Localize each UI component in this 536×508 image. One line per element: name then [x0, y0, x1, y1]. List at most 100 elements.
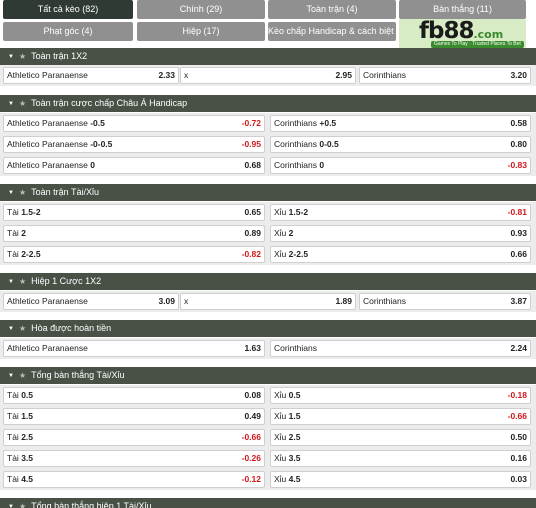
- odds-value: 0.66: [510, 249, 527, 259]
- chevron-down-icon[interactable]: ▼: [8, 96, 14, 112]
- section-header[interactable]: ▼ ★ Toàn trận Tài/Xỉu: [0, 184, 536, 201]
- odds-value: 0.16: [510, 453, 527, 463]
- odds-value: 1.63: [244, 343, 261, 353]
- selection-label: Xỉu 1.5: [274, 409, 301, 424]
- star-icon[interactable]: ★: [19, 273, 26, 290]
- odds-cell[interactable]: Tài 2-2.5 -0.82: [3, 246, 265, 263]
- selection-label: Tài 2-2.5: [7, 247, 41, 262]
- star-icon[interactable]: ★: [19, 48, 26, 65]
- odds-cell[interactable]: Tài 2.5 -0.66: [3, 429, 265, 446]
- odds-cell[interactable]: Athletico Paranaense 0 0.68: [3, 157, 265, 174]
- selection-label: Athletico Paranaense -0-0.5: [7, 137, 112, 152]
- odds-row: Tài 1.5 0.49 Xỉu 1.5 -0.66: [0, 406, 536, 427]
- odds-cell[interactable]: Tài 3.5 -0.26: [3, 450, 265, 467]
- odds-cell[interactable]: Tài 2 0.89: [3, 225, 265, 242]
- odds-cell[interactable]: Corinthians +0.5 0.58: [270, 115, 531, 132]
- selection-name: Xỉu: [274, 390, 287, 400]
- section-title: Tổng bàn thắng Tài/Xỉu: [31, 370, 125, 380]
- fb88-logo[interactable]: fb88.com Games To Play · Trusted Places …: [399, 19, 526, 49]
- star-icon[interactable]: ★: [19, 184, 26, 201]
- odds-value: 0.80: [510, 139, 527, 149]
- odds-cell[interactable]: Athletico Paranaense 2.33: [3, 67, 179, 84]
- chevron-down-icon[interactable]: ▼: [8, 274, 14, 290]
- odds-row: Tài 0.5 0.08 Xỉu 0.5 -0.18: [0, 385, 536, 406]
- odds-cell[interactable]: Athletico Paranaense 3.09: [3, 293, 179, 310]
- odds-value: -0.66: [507, 411, 527, 421]
- section-title: Tổng bàn thắng hiệp 1 Tài/Xỉu: [31, 501, 152, 508]
- section-header[interactable]: ▼ ★ Hòa được hoàn tiền: [0, 320, 536, 337]
- tab-full-match[interactable]: Toàn trận (4): [268, 0, 396, 19]
- selection-name: Athletico Paranaense: [7, 160, 88, 170]
- odds-value: 0.68: [244, 160, 261, 170]
- odds-cell[interactable]: Tài 1.5-2 0.65: [3, 204, 265, 221]
- handicap-line: 1.5: [21, 411, 34, 421]
- star-icon[interactable]: ★: [19, 95, 26, 112]
- section-header[interactable]: ▼ ★ Toàn trận cược chấp Châu Á Handicap: [0, 95, 536, 112]
- odds-cell[interactable]: Athletico Paranaense -0.5 -0.72: [3, 115, 265, 132]
- chevron-down-icon[interactable]: ▼: [8, 499, 14, 508]
- odds-cell[interactable]: Xỉu 2-2.5 0.66: [270, 246, 531, 263]
- chevron-down-icon[interactable]: ▼: [8, 321, 14, 337]
- section-title: Hòa được hoàn tiền: [31, 323, 112, 333]
- tab-half[interactable]: Hiệp (17): [137, 22, 265, 41]
- section-header[interactable]: ▼ ★ Tổng bàn thắng hiệp 1 Tài/Xỉu: [0, 498, 536, 508]
- odds-cell[interactable]: Xỉu 1.5 -0.66: [270, 408, 531, 425]
- tab-handicap[interactable]: Kèo chấp Handicap & cách biệt (3): [268, 22, 396, 41]
- star-icon[interactable]: ★: [19, 320, 26, 337]
- odds-cell[interactable]: x 1.89: [180, 293, 356, 310]
- odds-cell[interactable]: Xỉu 0.5 -0.18: [270, 387, 531, 404]
- odds-cell[interactable]: Tài 1.5 0.49: [3, 408, 265, 425]
- odds-value: 0.50: [510, 432, 527, 442]
- odds-cell[interactable]: Athletico Paranaense 1.63: [3, 340, 265, 357]
- odds-cell[interactable]: Corinthians 3.87: [359, 293, 531, 310]
- selection-name: Corinthians: [274, 118, 317, 128]
- odds-cell[interactable]: Xỉu 2.5 0.50: [270, 429, 531, 446]
- tab-all-markets[interactable]: Tất cả kèo (82): [3, 0, 133, 19]
- section-header[interactable]: ▼ ★ Toàn trận 1X2: [0, 48, 536, 65]
- selection-label: Xỉu 4.5: [274, 472, 301, 487]
- odds-cell[interactable]: Tài 4.5 -0.12: [3, 471, 265, 488]
- selection-name: x: [184, 296, 189, 306]
- tab-main[interactable]: Chính (29): [137, 0, 265, 19]
- tab-goals[interactable]: Bàn thắng (11): [399, 0, 526, 19]
- odds-row: Athletico Paranaense -0.5 -0.72 Corinthian…: [0, 113, 536, 134]
- section-title: Toàn trận 1X2: [31, 51, 88, 61]
- odds-cell[interactable]: Athletico Paranaense -0-0.5 -0.95: [3, 136, 265, 153]
- selection-name: Athletico Paranaense: [7, 296, 88, 306]
- handicap-line: 3.5: [21, 453, 34, 463]
- odds-cell[interactable]: Corinthians 2.24: [270, 340, 531, 357]
- section-header[interactable]: ▼ ★ Tổng bàn thắng Tài/Xỉu: [0, 367, 536, 384]
- selection-name: Xỉu: [274, 207, 287, 217]
- odds-value: 0.08: [244, 390, 261, 400]
- selection-label: Tài 0.5: [7, 388, 33, 403]
- odds-cell[interactable]: Corinthians 0 -0.83: [270, 157, 531, 174]
- selection-name: Tài: [7, 228, 19, 238]
- odds-cell[interactable]: Xỉu 3.5 0.16: [270, 450, 531, 467]
- odds-row: Athletico Paranaense 3.09 x 1.89 Corinthians…: [0, 291, 536, 312]
- tab-corners[interactable]: Phạt góc (4): [3, 22, 133, 41]
- selection-name: Tài: [7, 411, 19, 421]
- selection-name: Corinthians: [274, 139, 317, 149]
- chevron-down-icon[interactable]: ▼: [8, 368, 14, 384]
- odds-cell[interactable]: Corinthians 0-0.5 0.80: [270, 136, 531, 153]
- section-header[interactable]: ▼ ★ Hiệp 1 Cược 1X2: [0, 273, 536, 290]
- chevron-down-icon[interactable]: ▼: [8, 49, 14, 65]
- odds-row: Tài 2.5 -0.66 Xỉu 2.5 0.50: [0, 427, 536, 448]
- handicap-line: 1.5: [288, 411, 301, 421]
- odds-cell[interactable]: x 2.95: [180, 67, 356, 84]
- odds-row: Tài 4.5 -0.12 Xỉu 4.5 0.03: [0, 469, 536, 490]
- handicap-line: -0-0.5: [90, 139, 113, 149]
- logo-tagline: Games To Play · Trusted Places To Bet: [431, 41, 524, 48]
- odds-cell[interactable]: Xỉu 1.5-2 -0.81: [270, 204, 531, 221]
- odds-cell[interactable]: Xỉu 2 0.93: [270, 225, 531, 242]
- selection-name: Xỉu: [274, 453, 287, 463]
- odds-cell[interactable]: Xỉu 4.5 0.03: [270, 471, 531, 488]
- odds-cell[interactable]: Corinthians 3.20: [359, 67, 531, 84]
- star-icon[interactable]: ★: [19, 498, 26, 508]
- selection-label: Xỉu 0.5: [274, 388, 301, 403]
- star-icon[interactable]: ★: [19, 367, 26, 384]
- handicap-line: 4.5: [288, 474, 301, 484]
- odds-cell[interactable]: Tài 0.5 0.08: [3, 387, 265, 404]
- chevron-down-icon[interactable]: ▼: [8, 185, 14, 201]
- odds-value: 0.03: [510, 474, 527, 484]
